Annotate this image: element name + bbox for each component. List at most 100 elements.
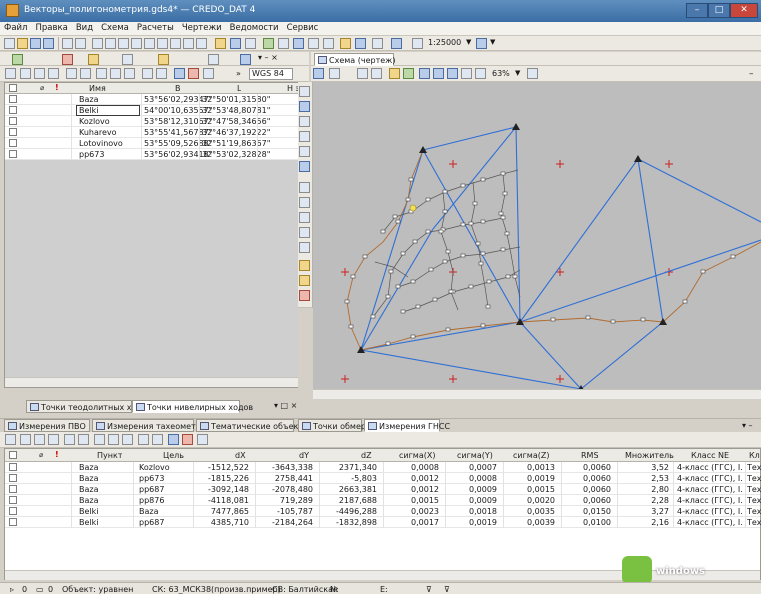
menu-view[interactable]: Вид <box>72 22 97 33</box>
gnss-settings-icon[interactable] <box>5 434 16 445</box>
panel-controls[interactable]: ▾ □ × <box>274 401 297 410</box>
col-dx[interactable]: dX <box>235 451 246 460</box>
style-icon[interactable] <box>299 290 310 301</box>
station-icon[interactable] <box>122 54 133 65</box>
cut-icon[interactable] <box>157 38 168 49</box>
table-row[interactable]: Baza 53°56'02,29347" 32°50'01,31580" <box>5 94 308 105</box>
redo-icon[interactable] <box>75 38 86 49</box>
clear-icon[interactable] <box>188 68 199 79</box>
grid-toggle-icon[interactable] <box>527 68 538 79</box>
row-checkbox[interactable] <box>9 139 17 147</box>
filter-clear-icon[interactable] <box>105 38 116 49</box>
report-icon[interactable] <box>340 38 351 49</box>
gnss-filter-off-icon[interactable] <box>48 434 59 445</box>
filter-row-icon[interactable] <box>34 68 45 79</box>
gnss-icon[interactable] <box>88 54 99 65</box>
adjust-icon[interactable] <box>308 38 319 49</box>
table-row[interactable]: Belki 54°00'10,63557" 32°53'48,80781" <box>5 105 308 116</box>
table-row[interactable]: Lotovinovo 53°55'09,52688" 32°51'19,8636… <box>5 138 308 149</box>
tab-pvo-measurements[interactable]: Измерения ПВО <box>4 419 90 432</box>
angle-tool-icon[interactable] <box>245 38 256 49</box>
gnss-columns-icon[interactable] <box>168 434 179 445</box>
point-name-edit[interactable]: Belki <box>76 105 140 116</box>
paste-icon[interactable] <box>144 38 155 49</box>
status-filter2-icon[interactable]: ⊽ <box>444 585 450 594</box>
tab-theodolite-points[interactable]: Точки теодолитных ходов <box>26 400 152 413</box>
hand-icon[interactable] <box>389 68 400 79</box>
select-all-checkbox[interactable] <box>9 84 17 92</box>
gnss-down-icon[interactable] <box>108 434 119 445</box>
info-icon[interactable] <box>313 68 324 79</box>
columns-icon[interactable] <box>174 68 185 79</box>
scale-value[interactable]: 1:25000 <box>428 38 466 49</box>
move-up-icon[interactable] <box>96 68 107 79</box>
col-sigma-x[interactable]: сигма(X) <box>399 451 435 460</box>
menu-drawings[interactable]: Чертежи <box>178 22 226 33</box>
row-checkbox[interactable] <box>9 518 17 526</box>
traverse-icon[interactable] <box>12 54 23 65</box>
row-checkbox[interactable] <box>9 128 17 136</box>
minimize-button[interactable]: – <box>686 3 708 18</box>
select-icon[interactable] <box>299 101 310 112</box>
scheme-canvas[interactable] <box>313 82 761 399</box>
window-icon[interactable] <box>299 161 310 172</box>
gnss-clear-icon[interactable] <box>182 434 193 445</box>
bottom-panel-menu[interactable]: ▾ – <box>742 421 753 430</box>
offset-icon[interactable] <box>299 197 310 208</box>
layers-icon[interactable] <box>263 38 274 49</box>
map-horizontal-scrollbar[interactable] <box>313 389 761 399</box>
undo-icon[interactable] <box>62 38 73 49</box>
save-all-icon[interactable] <box>43 38 54 49</box>
frame2-icon[interactable] <box>299 146 310 157</box>
settings-icon[interactable] <box>372 38 383 49</box>
table-row[interactable]: Kozlovo 53°58'12,31067" 32°47'58,34656" <box>5 116 308 127</box>
pan-icon[interactable] <box>403 68 414 79</box>
axis-icon[interactable] <box>299 182 310 193</box>
col-name[interactable]: Имя <box>89 84 106 93</box>
horizontal-scrollbar[interactable] <box>5 377 308 387</box>
search-icon[interactable] <box>299 242 310 253</box>
row-checkbox[interactable] <box>9 474 17 482</box>
col-point[interactable]: Пункт <box>97 451 122 460</box>
maximize-button[interactable]: □ <box>708 3 730 18</box>
close-button[interactable]: ✕ <box>730 3 758 18</box>
gnss-point-icon[interactable] <box>152 434 163 445</box>
zoom-all-icon[interactable] <box>433 68 444 79</box>
copy-icon[interactable] <box>131 38 142 49</box>
table-icon[interactable] <box>196 38 207 49</box>
export-icon[interactable] <box>355 38 366 49</box>
gnss-delete-icon[interactable] <box>20 434 31 445</box>
pen-icon[interactable] <box>215 38 226 49</box>
row-checkbox[interactable] <box>9 485 17 493</box>
col-dz[interactable]: dZ <box>361 451 372 460</box>
marker-icon[interactable] <box>299 260 310 271</box>
menu-reports[interactable]: Ведомости <box>226 22 283 33</box>
label-icon[interactable] <box>299 275 310 286</box>
zoom-window-icon[interactable] <box>419 68 430 79</box>
scheme-close[interactable]: – <box>749 69 754 79</box>
duplicate-icon[interactable] <box>170 38 181 49</box>
col-rms[interactable]: RMS <box>581 451 599 460</box>
view-icon[interactable] <box>203 68 214 79</box>
filter-off-icon[interactable] <box>48 68 59 79</box>
row-checkbox[interactable] <box>9 463 17 471</box>
table-settings-icon[interactable] <box>5 68 16 79</box>
tab-thematic-objects[interactable]: Тематические объекты <box>196 419 309 432</box>
gnss-select-all-checkbox[interactable] <box>9 451 17 459</box>
rectangle-icon[interactable] <box>299 116 310 127</box>
row-checkbox[interactable] <box>9 507 17 515</box>
tab-scheme[interactable]: Схема (чертеж) <box>314 53 395 66</box>
zoom-prev-icon[interactable] <box>447 68 458 79</box>
layer-select-icon[interactable] <box>476 38 487 49</box>
col-class-h[interactable]: Кл <box>749 451 760 460</box>
polygon-icon[interactable] <box>299 86 310 97</box>
scheme-filter-icon[interactable] <box>329 68 340 79</box>
col-target[interactable]: Цель <box>163 451 184 460</box>
menu-edit[interactable]: Правка <box>31 22 71 33</box>
binoculars-icon[interactable] <box>142 68 153 79</box>
zoom-in-icon[interactable] <box>461 68 472 79</box>
zoom-out-icon[interactable] <box>475 68 486 79</box>
gnss-filter-icon[interactable] <box>34 434 45 445</box>
point-icon[interactable] <box>156 68 167 79</box>
menu-file[interactable]: Файл <box>0 22 31 33</box>
